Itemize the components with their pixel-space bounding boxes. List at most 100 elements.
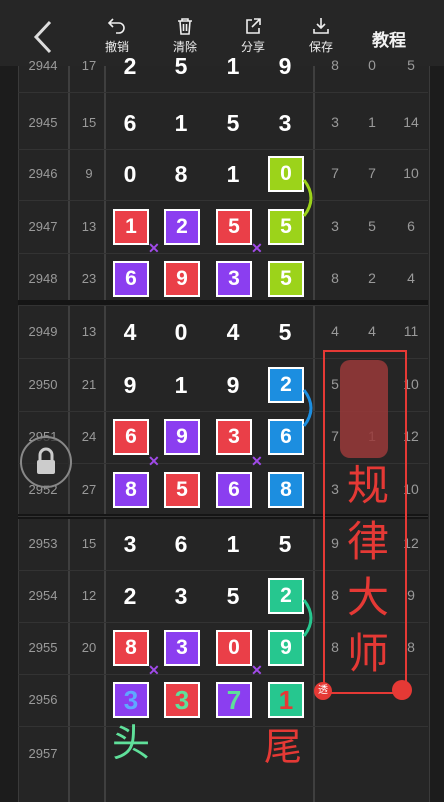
- stat-cell: 8: [331, 57, 339, 73]
- highlighted-digit[interactable]: 2: [268, 367, 304, 403]
- highlighted-digit[interactable]: 1: [113, 209, 149, 245]
- digit-cell[interactable]: 3: [111, 531, 149, 558]
- stat-cell: 4: [368, 323, 376, 339]
- highlighted-digit[interactable]: 6: [268, 419, 304, 455]
- highlighted-digit[interactable]: 5: [268, 261, 304, 297]
- digit-cell[interactable]: 1: [214, 161, 252, 188]
- digit-sum: 20: [81, 640, 97, 655]
- digit-cell[interactable]: 8: [162, 161, 200, 188]
- highlighted-digit[interactable]: 3: [113, 682, 149, 718]
- digit-cell[interactable]: 2: [111, 53, 149, 80]
- highlighted-digit[interactable]: 5: [216, 209, 252, 245]
- highlighted-digit[interactable]: 3: [164, 682, 200, 718]
- highlighted-digit[interactable]: 3: [216, 419, 252, 455]
- digit-cell[interactable]: 0: [111, 161, 149, 188]
- draw-number: 2944: [28, 58, 58, 73]
- pattern-cross: ✕: [148, 240, 160, 256]
- digit-cell[interactable]: 1: [214, 53, 252, 80]
- digit-cell[interactable]: 4: [214, 319, 252, 346]
- digit-sum: 13: [81, 219, 97, 234]
- stat-cell: 4: [331, 323, 339, 339]
- digit-cell[interactable]: 5: [214, 583, 252, 610]
- highlighted-digit[interactable]: 6: [113, 261, 149, 297]
- digit-cell[interactable]: 0: [162, 319, 200, 346]
- annotation-text: 规律大师: [338, 458, 398, 682]
- stat-cell: 2: [368, 270, 376, 286]
- save-icon: [313, 18, 329, 34]
- head-label: 头: [112, 723, 151, 765]
- digit-cell[interactable]: 3: [162, 583, 200, 610]
- row-divider: [18, 92, 428, 93]
- digit-sum: 21: [81, 377, 97, 392]
- digit-cell[interactable]: 9: [214, 372, 252, 399]
- digit-cell[interactable]: 5: [162, 53, 200, 80]
- share-icon: [246, 18, 261, 34]
- stat-cell: 10: [403, 165, 419, 181]
- digit-cell[interactable]: 5: [266, 319, 304, 346]
- digit-sum: 12: [81, 588, 97, 603]
- digit-cell[interactable]: 4: [111, 319, 149, 346]
- stat-cell: 11: [403, 323, 419, 339]
- digit-cell[interactable]: 1: [162, 110, 200, 137]
- annotation-char: 律: [346, 518, 389, 565]
- highlighted-digit[interactable]: 1: [268, 682, 304, 718]
- highlighted-digit[interactable]: 3: [216, 261, 252, 297]
- digit-cell[interactable]: 1: [214, 531, 252, 558]
- stat-cell: 14: [403, 114, 419, 130]
- link-arc: [302, 389, 313, 427]
- highlighted-digit[interactable]: 8: [113, 472, 149, 508]
- digit-cell[interactable]: 1: [162, 372, 200, 399]
- pattern-cross: ✕: [251, 662, 263, 678]
- highlighted-digit[interactable]: 7: [216, 682, 252, 718]
- highlighted-digit[interactable]: 3: [164, 630, 200, 666]
- annotation-char: 规: [346, 462, 389, 509]
- highlighted-digit[interactable]: 5: [268, 209, 304, 245]
- transparency-badge[interactable]: 透: [314, 682, 332, 700]
- annotation-char: 师: [346, 630, 389, 677]
- pattern-cross: ✕: [251, 453, 263, 469]
- digit-cell[interactable]: 5: [266, 531, 304, 558]
- blurred-area: [340, 360, 388, 458]
- lock-icon: [37, 447, 55, 474]
- lock-button[interactable]: [20, 436, 72, 488]
- draw-number: 2957: [28, 746, 58, 761]
- stat-cell: 4: [407, 270, 415, 286]
- pattern-cross: ✕: [148, 453, 160, 469]
- highlighted-digit[interactable]: 9: [164, 261, 200, 297]
- highlighted-digit[interactable]: 8: [268, 472, 304, 508]
- highlighted-digit[interactable]: 0: [268, 156, 304, 192]
- undo-icon: [107, 18, 125, 34]
- draw-number: 2950: [28, 377, 58, 392]
- draw-number: 2949: [28, 324, 58, 339]
- digit-sum: 15: [81, 536, 97, 551]
- highlighted-digit[interactable]: 6: [216, 472, 252, 508]
- link-arc: [302, 179, 313, 217]
- table-row: 2946 9 0 8 1 0 7 7 10: [18, 148, 428, 200]
- highlighted-digit[interactable]: 6: [113, 419, 149, 455]
- draw-number: 2953: [28, 536, 58, 551]
- highlighted-digit[interactable]: 9: [268, 630, 304, 666]
- stat-cell: 6: [407, 218, 415, 234]
- digit-sum: 15: [81, 115, 97, 130]
- digit-cell[interactable]: 5: [214, 110, 252, 137]
- digit-cell[interactable]: 9: [266, 53, 304, 80]
- digit-cell[interactable]: 9: [111, 372, 149, 399]
- highlighted-digit[interactable]: 9: [164, 419, 200, 455]
- digit-cell[interactable]: 6: [162, 531, 200, 558]
- resize-handle[interactable]: [392, 680, 412, 700]
- highlighted-digit[interactable]: 2: [268, 578, 304, 614]
- table-row: 2945 15 6 1 5 3 3 1 14: [18, 97, 428, 149]
- draw-number: 2955: [28, 640, 58, 655]
- digit-sum: 27: [81, 482, 97, 497]
- digit-cell[interactable]: 6: [111, 110, 149, 137]
- highlighted-digit[interactable]: 2: [164, 209, 200, 245]
- draw-number: 2946: [28, 166, 58, 181]
- digit-cell[interactable]: 2: [111, 583, 149, 610]
- highlighted-digit[interactable]: 5: [164, 472, 200, 508]
- annotation-char: 大: [346, 574, 389, 621]
- table-row: 2944 17 2 5 1 9 8 0 5: [18, 40, 428, 92]
- highlighted-digit[interactable]: 0: [216, 630, 252, 666]
- stat-cell: 3: [331, 114, 339, 130]
- digit-cell[interactable]: 3: [266, 110, 304, 137]
- highlighted-digit[interactable]: 8: [113, 630, 149, 666]
